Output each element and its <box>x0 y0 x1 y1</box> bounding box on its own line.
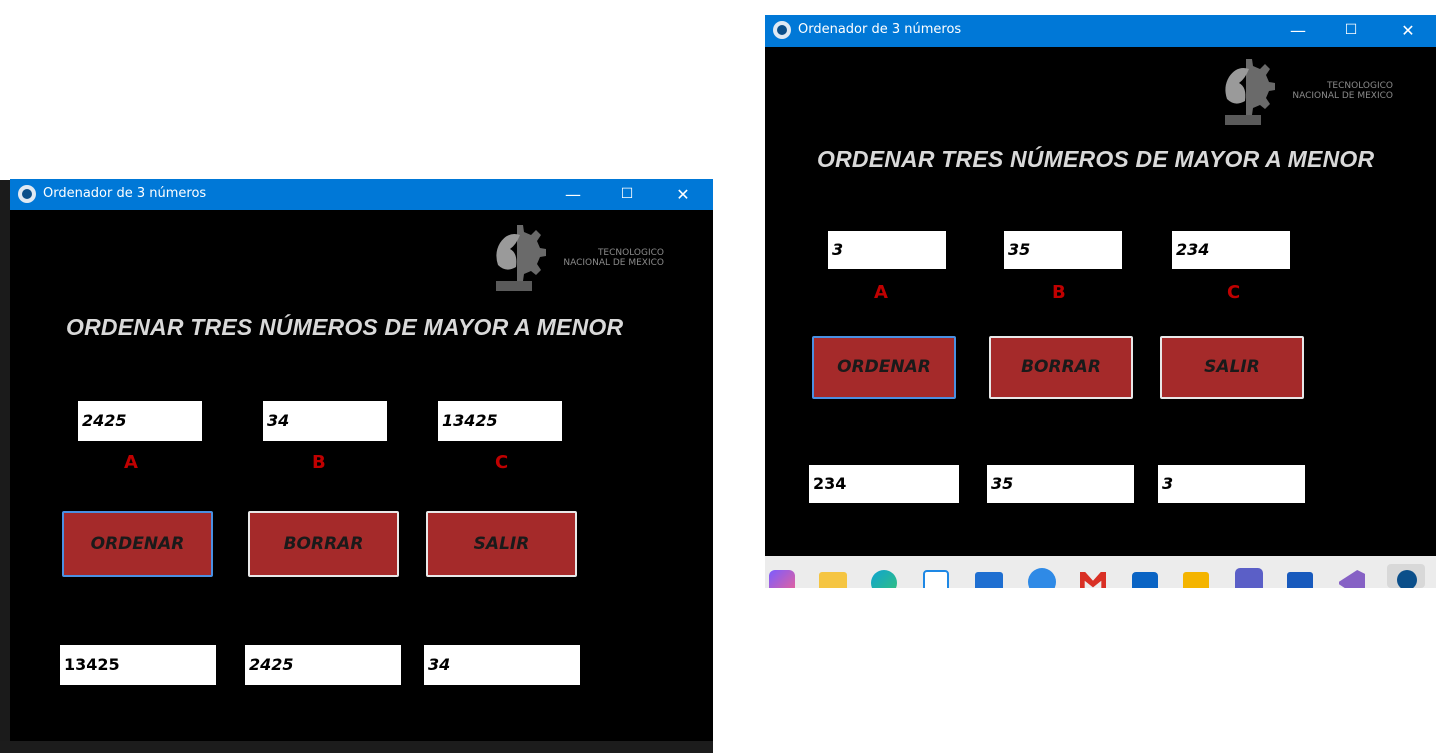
tecnm-logo: TECNOLOGICO NACIONAL DE MEXICO <box>488 223 678 293</box>
input-a[interactable]: 2425 <box>78 401 202 441</box>
ordenar-button[interactable]: ORDENAR <box>62 511 213 577</box>
close-button[interactable]: ✕ <box>660 179 706 210</box>
label-c: C <box>495 452 509 473</box>
file-explorer-icon[interactable] <box>819 572 847 588</box>
logo-line-1: TECNOLOGICO <box>597 248 664 258</box>
gmail-icon[interactable] <box>1080 572 1106 588</box>
input-b[interactable]: 35 <box>1004 231 1122 269</box>
salir-button[interactable]: SALIR <box>1160 336 1304 399</box>
left-app-window: Ordenador de 3 números — ☐ ✕ TECNOLOGICO… <box>10 179 713 741</box>
word-icon[interactable] <box>1287 572 1313 588</box>
label-a: A <box>124 452 138 473</box>
label-b: B <box>1052 282 1066 303</box>
app-logo-icon <box>773 21 791 39</box>
result-second[interactable]: 35 <box>987 465 1134 503</box>
app-logo-icon <box>1397 570 1417 588</box>
right-app-window: Ordenador de 3 números — ☐ ✕ TECNOLOGICO… <box>765 15 1436 556</box>
window-title: Ordenador de 3 números <box>798 22 962 37</box>
input-c[interactable]: 13425 <box>438 401 562 441</box>
logo-line-2: NACIONAL DE MEXICO <box>1292 91 1393 101</box>
right-title-bar[interactable]: Ordenador de 3 números — ☐ ✕ <box>765 15 1436 47</box>
logo-text: TECNOLOGICO NACIONAL DE MEXICO <box>518 248 664 268</box>
background-editor-edge <box>0 180 10 741</box>
maximize-button[interactable]: ☐ <box>1328 15 1374 46</box>
logo-line-1: TECNOLOGICO <box>1326 81 1393 91</box>
teams-icon[interactable] <box>1235 568 1263 588</box>
outlook-icon[interactable] <box>1132 572 1158 588</box>
result-third[interactable]: 34 <box>424 645 580 685</box>
maximize-button[interactable]: ☐ <box>604 179 650 210</box>
window-title: Ordenador de 3 números <box>43 186 207 201</box>
result-third[interactable]: 3 <box>1158 465 1305 503</box>
minimize-button[interactable]: — <box>1275 15 1321 46</box>
label-a: A <box>874 282 888 303</box>
store-icon[interactable] <box>923 570 949 588</box>
app-logo-icon <box>18 185 36 203</box>
app-icon[interactable] <box>1387 564 1425 588</box>
salir-button[interactable]: SALIR <box>426 511 577 577</box>
page-heading: ORDENAR TRES NÚMEROS DE MAYOR A MENOR <box>66 314 624 340</box>
input-a[interactable]: 3 <box>828 231 946 269</box>
tecnm-logo: TECNOLOGICO NACIONAL DE MEXICO <box>1217 57 1407 127</box>
borrar-button[interactable]: BORRAR <box>989 336 1133 399</box>
page-heading: ORDENAR TRES NÚMEROS DE MAYOR A MENOR <box>817 146 1375 172</box>
borrar-button[interactable]: BORRAR <box>248 511 399 577</box>
chat-icon[interactable] <box>1028 568 1056 588</box>
logo-text: TECNOLOGICO NACIONAL DE MEXICO <box>1247 81 1393 101</box>
label-c: C <box>1227 282 1241 303</box>
label-b: B <box>312 452 326 473</box>
powerpoint-icon[interactable] <box>1183 572 1209 588</box>
ordenar-button[interactable]: ORDENAR <box>812 336 956 399</box>
close-button[interactable]: ✕ <box>1385 15 1431 46</box>
result-first[interactable]: 234 <box>809 465 959 503</box>
visual-studio-icon[interactable] <box>1339 570 1365 588</box>
photos-icon[interactable] <box>975 572 1003 588</box>
result-second[interactable]: 2425 <box>245 645 401 685</box>
left-title-bar[interactable]: Ordenador de 3 números — ☐ ✕ <box>10 179 713 210</box>
minimize-button[interactable]: — <box>550 179 596 210</box>
result-first[interactable]: 13425 <box>60 645 216 685</box>
logo-line-2: NACIONAL DE MEXICO <box>563 258 664 268</box>
copilot-icon[interactable] <box>769 570 795 588</box>
input-b[interactable]: 34 <box>263 401 387 441</box>
edge-icon[interactable] <box>871 570 897 588</box>
background-taskbar-strip <box>0 741 713 753</box>
input-c[interactable]: 234 <box>1172 231 1290 269</box>
taskbar <box>765 556 1436 588</box>
